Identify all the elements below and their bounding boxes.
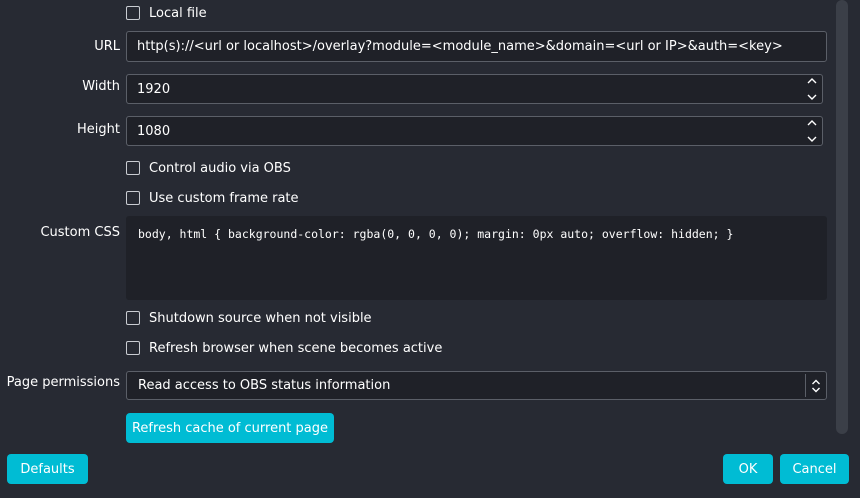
height-value: 1080 — [137, 123, 171, 139]
spin-down-icon[interactable] — [807, 136, 817, 143]
refresh-browser-checkbox-row[interactable]: Refresh browser when scene becomes activ… — [126, 338, 442, 358]
shutdown-source-label: Shutdown source when not visible — [149, 310, 372, 326]
custom-frame-rate-checkbox[interactable] — [126, 191, 140, 205]
custom-frame-rate-label: Use custom frame rate — [149, 190, 299, 206]
url-value: http(s)://<url or localhost>/overlay?mod… — [137, 39, 783, 54]
url-label: URL — [94, 39, 120, 54]
shutdown-source-checkbox-row[interactable]: Shutdown source when not visible — [126, 308, 372, 328]
refresh-cache-label: Refresh cache of current page — [131, 420, 328, 436]
page-permissions-label: Page permissions — [6, 375, 120, 390]
url-input[interactable]: http(s)://<url or localhost>/overlay?mod… — [126, 31, 827, 62]
spin-down-icon[interactable] — [807, 94, 817, 101]
ok-label: OK — [738, 461, 758, 477]
local-file-label: Local file — [149, 5, 207, 21]
refresh-browser-checkbox[interactable] — [126, 341, 140, 355]
scrollbar[interactable] — [836, 0, 848, 434]
cancel-button[interactable]: Cancel — [780, 454, 849, 484]
spin-up-icon[interactable] — [807, 119, 817, 126]
width-spinbox[interactable]: 1920 — [126, 74, 823, 104]
refresh-browser-label: Refresh browser when scene becomes activ… — [149, 340, 443, 356]
page-permissions-value: Read access to OBS status information — [138, 378, 391, 393]
refresh-cache-button[interactable]: Refresh cache of current page — [126, 413, 334, 443]
custom-frame-rate-checkbox-row[interactable]: Use custom frame rate — [126, 188, 299, 208]
width-label: Width — [82, 79, 120, 94]
height-spinbox[interactable]: 1080 — [126, 116, 823, 146]
ok-button[interactable]: OK — [723, 454, 773, 484]
defaults-button[interactable]: Defaults — [7, 454, 88, 484]
height-label: Height — [77, 122, 120, 137]
custom-css-textarea[interactable]: body, html { background-color: rgba(0, 0… — [126, 216, 827, 300]
chevron-up-down-icon — [812, 379, 820, 393]
shutdown-source-checkbox[interactable] — [126, 311, 140, 325]
local-file-checkbox[interactable] — [126, 6, 140, 20]
local-file-checkbox-row[interactable]: Local file — [126, 3, 207, 23]
control-audio-label: Control audio via OBS — [149, 160, 291, 176]
custom-css-label: Custom CSS — [40, 225, 120, 240]
control-audio-checkbox-row[interactable]: Control audio via OBS — [126, 158, 291, 178]
control-audio-checkbox[interactable] — [126, 161, 140, 175]
cancel-label: Cancel — [792, 461, 837, 477]
page-permissions-select[interactable]: Read access to OBS status information — [126, 371, 827, 400]
width-value: 1920 — [137, 81, 171, 97]
custom-css-value: body, html { background-color: rgba(0, 0… — [138, 227, 734, 241]
defaults-label: Defaults — [20, 461, 75, 477]
spin-up-icon[interactable] — [807, 77, 817, 84]
